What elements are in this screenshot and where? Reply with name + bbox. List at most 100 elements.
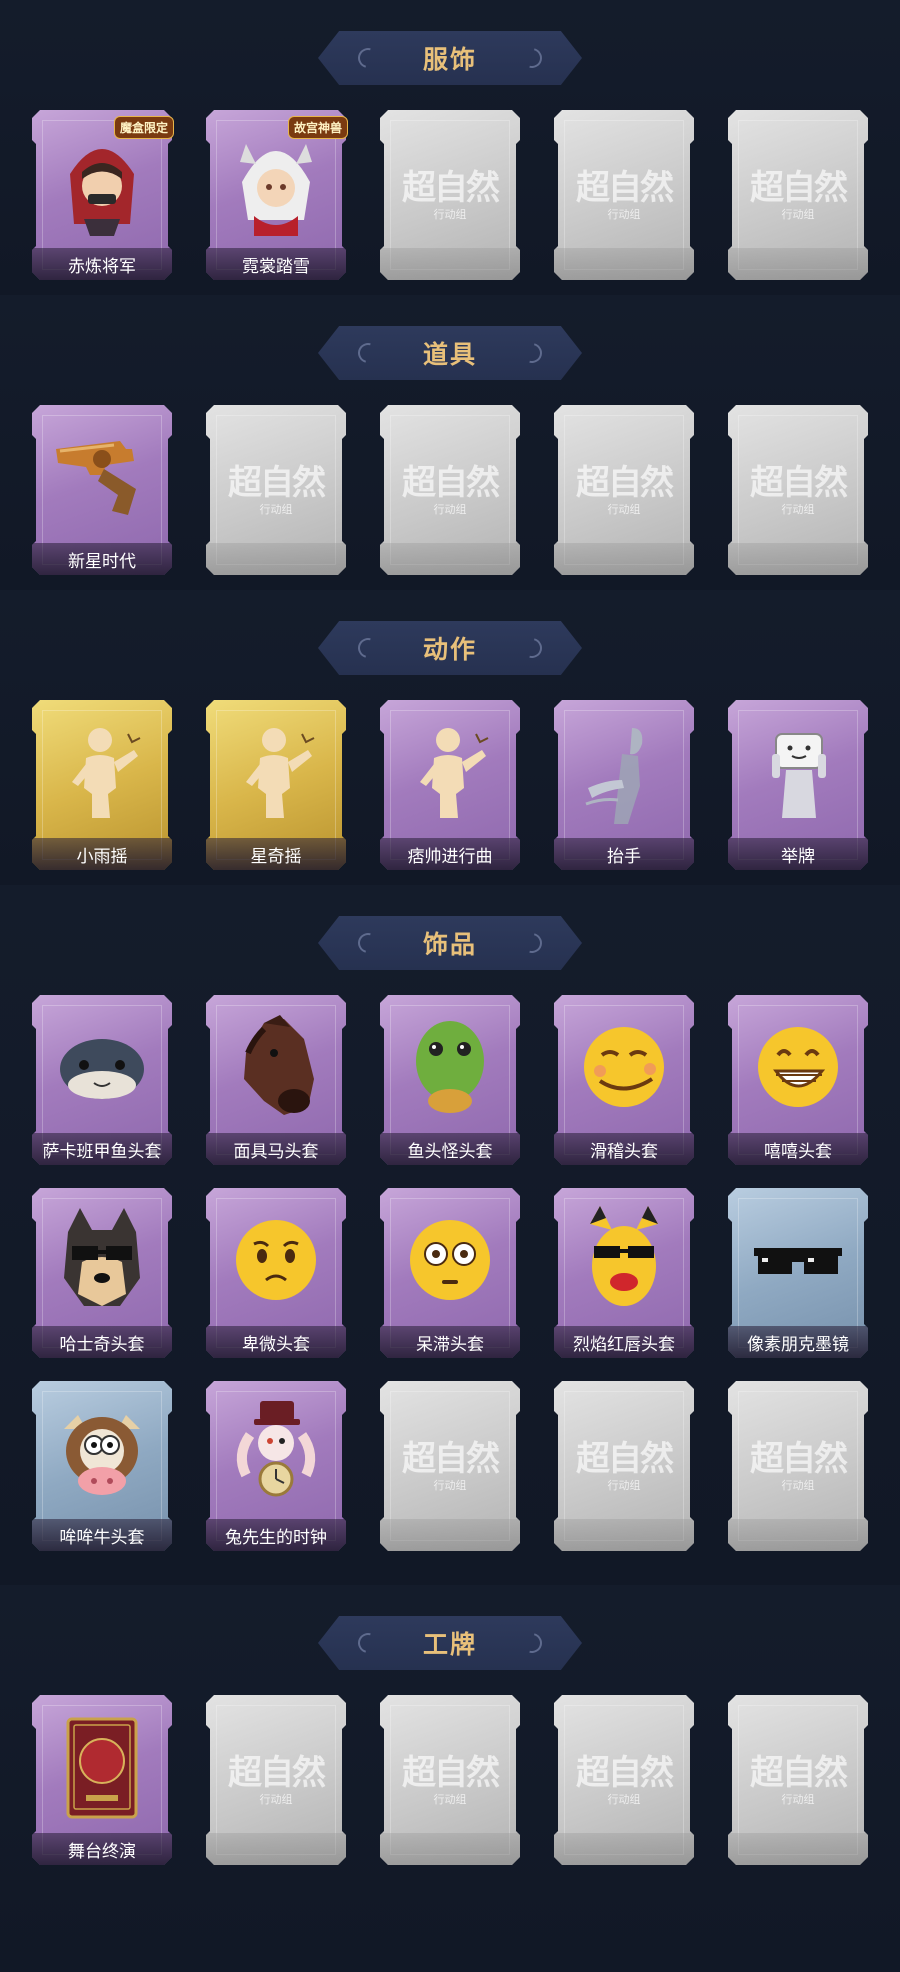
placeholder-watermark-subtitle: 行动组 <box>781 503 815 516</box>
placeholder-watermark-subtitle: 行动组 <box>259 1793 293 1806</box>
item-card[interactable]: 萨卡班甲鱼头套 <box>32 995 172 1165</box>
item-name: 举牌 <box>781 846 815 867</box>
card-label-bar <box>554 1833 694 1865</box>
item-card[interactable]: 像素朋克墨镜 <box>728 1188 868 1358</box>
item-card[interactable]: 卑微头套 <box>206 1188 346 1358</box>
card-label-bar: 痞帅进行曲 <box>380 838 520 870</box>
item-card[interactable]: 哈士奇头套 <box>32 1188 172 1358</box>
item-card[interactable]: 痞帅进行曲 <box>380 700 520 870</box>
placeholder-watermark: 超自然 <box>576 1439 674 1479</box>
placeholder-watermark-subtitle: 行动组 <box>259 503 293 516</box>
yellow-mask-sunglasses-icon <box>572 1202 676 1318</box>
card-label-bar <box>554 543 694 575</box>
item-name: 新星时代 <box>68 551 136 572</box>
card-label-bar <box>380 1519 520 1551</box>
empty-item-slot[interactable]: 超自然 行动组 <box>554 1695 694 1865</box>
empty-item-slot[interactable]: 超自然 行动组 <box>554 110 694 280</box>
item-card[interactable]: 兔先生的时钟 <box>206 1381 346 1551</box>
card-label-bar: 像素朋克墨镜 <box>728 1326 868 1358</box>
item-card[interactable]: 面具马头套 <box>206 995 346 1165</box>
section-0: 服饰 赤炼将军 魔盒限定 霓裳踏雪 故宫神兽 超自然 行动组 超自然 行动组 超自然 行动组 <box>0 0 900 295</box>
card-label-bar: 滑稽头套 <box>554 1133 694 1165</box>
item-card[interactable]: 抬手 <box>554 700 694 870</box>
card-label-bar <box>380 543 520 575</box>
empty-item-slot[interactable]: 超自然 行动组 <box>206 405 346 575</box>
item-name: 抬手 <box>607 846 641 867</box>
card-label-bar: 霓裳踏雪 <box>206 248 346 280</box>
placeholder-watermark: 超自然 <box>750 1439 848 1479</box>
placeholder-watermark-subtitle: 行动组 <box>433 208 467 221</box>
item-name: 星奇摇 <box>250 846 302 867</box>
section-title: 动作 <box>422 635 477 664</box>
empty-item-slot[interactable]: 超自然 行动组 <box>554 405 694 575</box>
card-label-bar: 烈焰红唇头套 <box>554 1326 694 1358</box>
horse-mask-icon <box>224 1009 328 1125</box>
item-card[interactable]: 滑稽头套 <box>554 995 694 1165</box>
item-name: 滑稽头套 <box>590 1141 658 1162</box>
pixel-sunglasses-icon <box>746 1202 850 1318</box>
grin-emoji-icon <box>746 1009 850 1125</box>
item-card[interactable]: 小雨摇 <box>32 700 172 870</box>
item-card[interactable]: 鱼头怪头套 <box>380 995 520 1165</box>
card-label-bar: 抬手 <box>554 838 694 870</box>
empty-item-slot[interactable]: 超自然 行动组 <box>728 110 868 280</box>
placeholder-watermark: 超自然 <box>576 1753 674 1793</box>
section-header: 饰品 <box>318 916 582 970</box>
placeholder-watermark: 超自然 <box>402 1753 500 1793</box>
card-label-bar: 鱼头怪头套 <box>380 1133 520 1165</box>
smirk-emoji-icon <box>572 1009 676 1125</box>
placeholder-watermark-subtitle: 行动组 <box>433 503 467 516</box>
placeholder-watermark: 超自然 <box>750 463 848 503</box>
item-name: 烈焰红唇头套 <box>573 1334 675 1355</box>
item-card[interactable]: 星奇摇 <box>206 700 346 870</box>
section-header: 道具 <box>318 326 582 380</box>
empty-item-slot[interactable]: 超自然 行动组 <box>380 1381 520 1551</box>
section-header: 工牌 <box>318 1616 582 1670</box>
placeholder-watermark: 超自然 <box>402 463 500 503</box>
raise-hand-icon <box>572 714 676 830</box>
rabbit-clock-icon <box>224 1395 328 1511</box>
placeholder-watermark: 超自然 <box>750 1753 848 1793</box>
placeholder-watermark-subtitle: 行动组 <box>433 1479 467 1492</box>
empty-item-slot[interactable]: 超自然 行动组 <box>728 1695 868 1865</box>
placeholder-watermark-subtitle: 行动组 <box>781 1479 815 1492</box>
badge-card-icon <box>50 1709 154 1825</box>
item-card[interactable]: 舞台终演 <box>32 1695 172 1865</box>
item-card[interactable]: 哞哞牛头套 <box>32 1381 172 1551</box>
item-name: 面具马头套 <box>233 1141 319 1162</box>
empty-item-slot[interactable]: 超自然 行动组 <box>380 405 520 575</box>
placeholder-watermark-subtitle: 行动组 <box>607 1479 641 1492</box>
item-card[interactable]: 呆滞头套 <box>380 1188 520 1358</box>
empty-item-slot[interactable]: 超自然 行动组 <box>728 1381 868 1551</box>
item-card[interactable]: 新星时代 <box>32 405 172 575</box>
section-title: 工牌 <box>422 1630 477 1659</box>
placeholder-watermark-subtitle: 行动组 <box>607 208 641 221</box>
empty-item-slot[interactable]: 超自然 行动组 <box>380 1695 520 1865</box>
item-name: 赤炼将军 <box>68 256 136 277</box>
placeholder-watermark: 超自然 <box>576 168 674 208</box>
placeholder-watermark-subtitle: 行动组 <box>781 208 815 221</box>
section-title: 道具 <box>422 340 477 369</box>
item-card[interactable]: 嘻嘻头套 <box>728 995 868 1165</box>
card-label-bar: 赤炼将军 <box>32 248 172 280</box>
item-card[interactable]: 烈焰红唇头套 <box>554 1188 694 1358</box>
limited-edition-badge: 故宫神兽 <box>288 116 349 139</box>
placeholder-watermark-subtitle: 行动组 <box>781 1793 815 1806</box>
hold-sign-icon <box>746 714 850 830</box>
card-label-bar <box>206 543 346 575</box>
card-label-bar: 嘻嘻头套 <box>728 1133 868 1165</box>
placeholder-watermark: 超自然 <box>750 168 848 208</box>
placeholder-watermark: 超自然 <box>402 168 500 208</box>
empty-item-slot[interactable]: 超自然 行动组 <box>380 110 520 280</box>
empty-item-slot[interactable]: 超自然 行动组 <box>206 1695 346 1865</box>
item-name: 呆滞头套 <box>416 1334 484 1355</box>
flushed-emoji-icon <box>398 1202 502 1318</box>
item-card[interactable]: 举牌 <box>728 700 868 870</box>
section-header: 服饰 <box>318 31 582 85</box>
dance-pose-icon <box>224 714 328 830</box>
section-title: 饰品 <box>422 930 477 959</box>
placeholder-watermark-subtitle: 行动组 <box>607 1793 641 1806</box>
empty-item-slot[interactable]: 超自然 行动组 <box>554 1381 694 1551</box>
empty-item-slot[interactable]: 超自然 行动组 <box>728 405 868 575</box>
card-label-bar: 举牌 <box>728 838 868 870</box>
